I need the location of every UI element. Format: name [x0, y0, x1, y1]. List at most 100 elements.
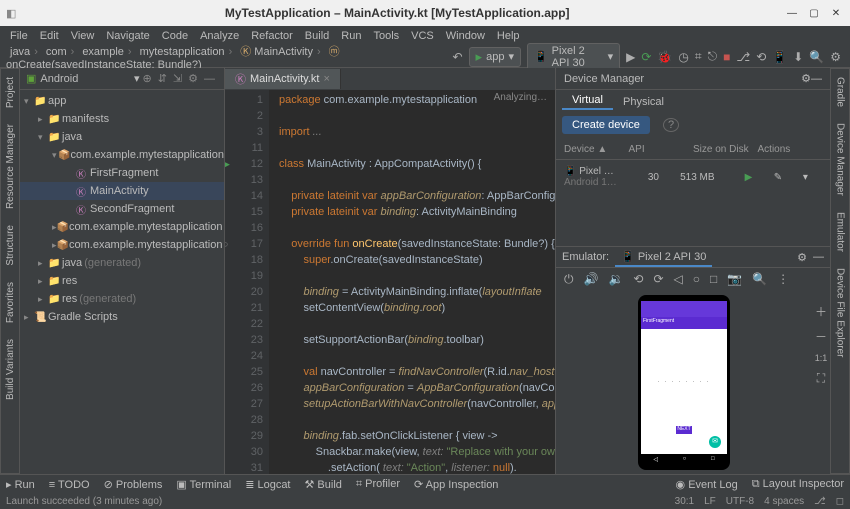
overview-icon[interactable]: □: [710, 272, 717, 287]
hide-panel-icon[interactable]: —: [201, 73, 218, 85]
help-icon[interactable]: ?: [663, 118, 679, 132]
avd-menu-icon[interactable]: ▾: [803, 172, 822, 183]
debug-icon[interactable]: 🐞: [654, 50, 675, 64]
rail-emulator[interactable]: Emulator: [835, 204, 846, 260]
emulator-device-tab[interactable]: 📱 Pixel 2 API 30: [615, 248, 712, 267]
emu-settings-icon[interactable]: ⚙: [797, 251, 807, 264]
close-tab-icon[interactable]: ×: [323, 73, 329, 85]
create-device-button[interactable]: Create device: [562, 116, 650, 134]
bottom-item[interactable]: ▸ Run: [6, 478, 35, 491]
rail-device manager[interactable]: Device Manager: [835, 115, 846, 204]
minimize-button[interactable]: —: [784, 5, 800, 21]
volume-down-icon[interactable]: 🔉: [608, 272, 623, 287]
sdk-icon[interactable]: ⬇: [790, 50, 806, 64]
project-tree[interactable]: ▾ 📁 app ▸ 📁 manifests ▾ 📁 java ▾ 📦 com.e…: [20, 90, 224, 474]
select-opened-icon[interactable]: ⊕: [139, 72, 154, 85]
zoom-in-icon[interactable]: ＋: [815, 303, 827, 320]
tree-item[interactable]: ▾ 📁 java: [20, 128, 224, 146]
screenshot-icon[interactable]: 📷: [727, 272, 742, 287]
rail-device file explorer[interactable]: Device File Explorer: [835, 260, 846, 365]
zoom-fit-icon[interactable]: 1:1: [815, 353, 828, 363]
bottom-item[interactable]: ⊘ Problems: [104, 478, 163, 491]
dm-tab-virtual[interactable]: Virtual: [562, 92, 613, 110]
dm-col[interactable]: Device ▲: [564, 144, 629, 155]
breadcrumb[interactable]: Ⓚ MainActivity: [236, 46, 324, 58]
tree-item[interactable]: Ⓚ SecondFragment: [20, 200, 224, 218]
expand-all-icon[interactable]: ⇵: [155, 72, 170, 85]
tree-item[interactable]: ▸ 📁 manifests: [20, 110, 224, 128]
bottom-item[interactable]: ⧉ Layout Inspector: [752, 478, 844, 491]
tree-item[interactable]: ▾ 📁 app: [20, 92, 224, 110]
gutter[interactable]: 12311▶1213141516○17181920212223242526272…: [225, 90, 269, 474]
tree-item[interactable]: Ⓚ MainActivity: [20, 182, 224, 200]
emulator-screen[interactable]: FirstFragment · · · · · · · · NEXT ✉ ◁○□: [638, 295, 730, 470]
tree-item[interactable]: ▾ 📦 com.example.mytestapplication: [20, 146, 224, 164]
status-cell[interactable]: 4 spaces: [764, 496, 804, 507]
tree-item[interactable]: ▸ 📁 res: [20, 272, 224, 290]
bottom-item[interactable]: ◉ Event Log: [676, 478, 738, 491]
rail-favorites[interactable]: Favorites: [5, 274, 16, 331]
run-tests-icon[interactable]: ⟳: [638, 50, 654, 64]
dm-tab-physical[interactable]: Physical: [613, 94, 674, 110]
back-icon[interactable]: ◁: [674, 272, 683, 287]
status-cell[interactable]: 30:1: [675, 496, 694, 507]
status-cell[interactable]: UTF-8: [726, 496, 754, 507]
attach-icon[interactable]: ⎋: [705, 49, 721, 64]
settings-icon[interactable]: ⚙: [827, 50, 844, 64]
run-icon[interactable]: ▶: [623, 50, 638, 64]
emu-hide-icon[interactable]: —: [813, 251, 824, 263]
rail-project[interactable]: Project: [5, 69, 16, 116]
collapse-all-icon[interactable]: ⇲: [170, 72, 185, 85]
volume-up-icon[interactable]: 🔊: [584, 272, 599, 287]
avd-icon[interactable]: 📱: [769, 50, 790, 64]
tree-item[interactable]: ▸ 📜 Gradle Scripts: [20, 308, 224, 326]
bottom-item[interactable]: ≣ Logcat: [245, 478, 290, 491]
close-button[interactable]: ✕: [828, 5, 844, 21]
profile-icon[interactable]: ⌗: [692, 49, 705, 64]
maximize-button[interactable]: ▢: [806, 5, 822, 21]
tree-item[interactable]: Ⓚ FirstFragment: [20, 164, 224, 182]
bottom-item[interactable]: ⌗ Profiler: [356, 478, 400, 491]
tree-item[interactable]: ▸ 📁 res (generated): [20, 290, 224, 308]
breadcrumb[interactable]: example: [78, 46, 135, 58]
vcs-icon[interactable]: ⎇: [733, 50, 753, 64]
dm-col[interactable]: Size on Disk: [693, 144, 758, 155]
status-cell[interactable]: LF: [704, 496, 716, 507]
breadcrumb[interactable]: java: [6, 46, 42, 58]
stop-icon[interactable]: ■: [720, 50, 733, 64]
zoom-out-icon[interactable]: －: [815, 328, 827, 345]
coverage-icon[interactable]: ◷: [675, 50, 691, 64]
status-cell[interactable]: ◻: [836, 496, 844, 507]
search-icon[interactable]: 🔍: [806, 50, 827, 64]
rail-build variants[interactable]: Build Variants: [5, 331, 16, 408]
launch-avd-icon[interactable]: ▶: [745, 172, 764, 183]
dm-settings-icon[interactable]: ⚙: [801, 72, 811, 85]
tree-item[interactable]: ▸ 📦 com.example.mytestapplication (andro…: [20, 218, 224, 236]
bottom-item[interactable]: ≡ TODO: [49, 479, 90, 491]
dm-hide-icon[interactable]: —: [811, 73, 822, 85]
breadcrumb[interactable]: mytestapplication: [136, 46, 237, 58]
menu-help[interactable]: Help: [491, 28, 526, 44]
status-cell[interactable]: ⎇: [814, 496, 826, 507]
panel-settings-icon[interactable]: ⚙: [185, 72, 201, 85]
zoom-reset-icon[interactable]: ⛶: [817, 371, 825, 386]
bottom-item[interactable]: ⚒ Build: [305, 478, 342, 491]
home-icon[interactable]: ○: [693, 272, 700, 287]
bottom-item[interactable]: ▣ Terminal: [176, 478, 231, 491]
back-icon[interactable]: ↶: [449, 50, 465, 64]
editor-tab-main[interactable]: ⓀMainActivity.kt×: [225, 69, 341, 89]
project-panel-title[interactable]: Android: [40, 73, 134, 85]
edit-avd-icon[interactable]: ✎: [774, 172, 793, 183]
more-icon[interactable]: ⋮: [777, 272, 789, 287]
device-row[interactable]: 📱 Pixel …Android 1… 30 513 MB ▶ ✎ ▾: [556, 160, 830, 194]
rail-resource manager[interactable]: Resource Manager: [5, 116, 16, 217]
rail-gradle[interactable]: Gradle: [835, 69, 846, 115]
sync-icon[interactable]: ⟲: [753, 50, 769, 64]
bottom-item[interactable]: ⟳ App Inspection: [414, 478, 498, 491]
rotate-right-icon[interactable]: ⟳: [653, 272, 663, 287]
module-combo[interactable]: ▸app▾: [469, 47, 521, 67]
tree-item[interactable]: ▸ 📦 com.example.mytestapplication (test): [20, 236, 224, 254]
breadcrumb[interactable]: com: [42, 46, 78, 58]
code-area[interactable]: package com.example.mytestapplication im…: [269, 90, 555, 474]
dm-col[interactable]: API: [629, 144, 694, 155]
